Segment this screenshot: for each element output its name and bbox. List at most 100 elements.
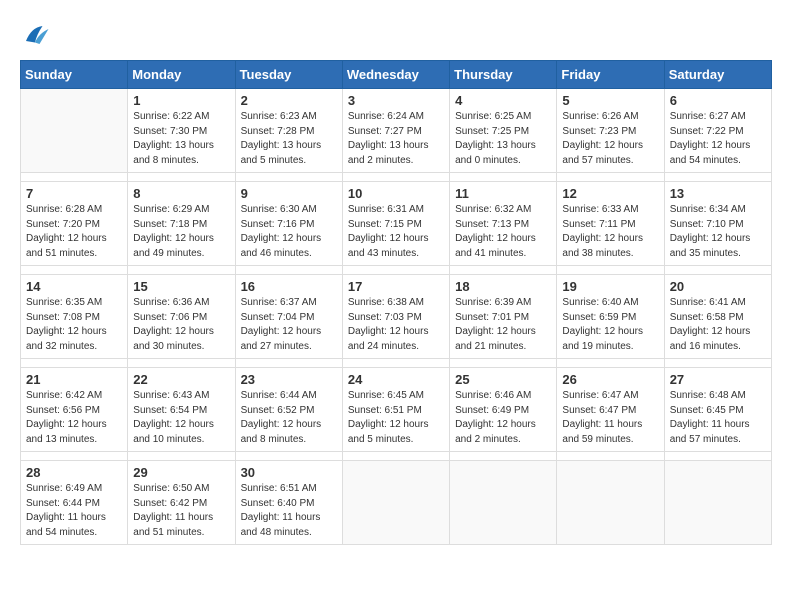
- day-info: Sunrise: 6:50 AM Sunset: 6:42 PM Dayligh…: [133, 482, 229, 540]
- day-number: 20: [670, 279, 766, 294]
- day-number: 29: [133, 465, 229, 480]
- day-number: 25: [455, 372, 551, 387]
- day-info: Sunrise: 6:28 AM Sunset: 7:20 PM Dayligh…: [26, 203, 122, 261]
- calendar-cell: 17 Sunrise: 6:38 AM Sunset: 7:03 PM Dayli…: [342, 275, 449, 359]
- day-info: Sunrise: 6:30 AM Sunset: 7:16 PM Dayligh…: [241, 203, 337, 261]
- day-number: 24: [348, 372, 444, 387]
- day-info: Sunrise: 6:44 AM Sunset: 6:52 PM Dayligh…: [241, 389, 337, 447]
- calendar-cell: [342, 461, 449, 545]
- calendar-cell: 5 Sunrise: 6:26 AM Sunset: 7:23 PM Daylig…: [557, 89, 664, 173]
- calendar-cell: 28Sunrise: 6:49 AM Sunset: 6:44 PM Dayli…: [21, 461, 128, 545]
- weekday-header-saturday: Saturday: [664, 61, 771, 89]
- day-number: 11: [455, 186, 551, 201]
- day-info: Sunrise: 6:37 AM Sunset: 7:04 PM Dayligh…: [241, 296, 337, 354]
- day-number: 2: [241, 93, 337, 108]
- day-number: 14: [26, 279, 122, 294]
- calendar-cell: 22 Sunrise: 6:43 AM Sunset: 6:54 PM Dayli…: [128, 368, 235, 452]
- day-number: 17: [348, 279, 444, 294]
- day-info: Sunrise: 6:38 AM Sunset: 7:03 PM Dayligh…: [348, 296, 444, 354]
- day-info: Sunrise: 6:25 AM Sunset: 7:25 PM Dayligh…: [455, 110, 551, 168]
- calendar-cell: 11 Sunrise: 6:32 AM Sunset: 7:13 PM Dayli…: [450, 182, 557, 266]
- day-info: Sunrise: 6:40 AM Sunset: 6:59 PM Dayligh…: [562, 296, 658, 354]
- day-info: Sunrise: 6:35 AM Sunset: 7:08 PM Dayligh…: [26, 296, 122, 354]
- day-number: 19: [562, 279, 658, 294]
- week-divider: [21, 266, 772, 275]
- calendar-cell: 19 Sunrise: 6:40 AM Sunset: 6:59 PM Dayli…: [557, 275, 664, 359]
- calendar-week-5: 28Sunrise: 6:49 AM Sunset: 6:44 PM Dayli…: [21, 461, 772, 545]
- day-info: Sunrise: 6:39 AM Sunset: 7:01 PM Dayligh…: [455, 296, 551, 354]
- calendar-week-4: 21 Sunrise: 6:42 AM Sunset: 6:56 PM Dayli…: [21, 368, 772, 452]
- day-number: 8: [133, 186, 229, 201]
- calendar-cell: [557, 461, 664, 545]
- day-number: 7: [26, 186, 122, 201]
- calendar-cell: [664, 461, 771, 545]
- day-number: 12: [562, 186, 658, 201]
- day-info: Sunrise: 6:24 AM Sunset: 7:27 PM Dayligh…: [348, 110, 444, 168]
- weekday-header-thursday: Thursday: [450, 61, 557, 89]
- calendar-week-3: 14 Sunrise: 6:35 AM Sunset: 7:08 PM Dayli…: [21, 275, 772, 359]
- calendar-cell: 16 Sunrise: 6:37 AM Sunset: 7:04 PM Dayli…: [235, 275, 342, 359]
- weekday-header-row: SundayMondayTuesdayWednesdayThursdayFrid…: [21, 61, 772, 89]
- calendar-cell: 15 Sunrise: 6:36 AM Sunset: 7:06 PM Dayli…: [128, 275, 235, 359]
- day-number: 13: [670, 186, 766, 201]
- weekday-header-tuesday: Tuesday: [235, 61, 342, 89]
- week-divider: [21, 452, 772, 461]
- day-number: 9: [241, 186, 337, 201]
- weekday-header-wednesday: Wednesday: [342, 61, 449, 89]
- day-info: Sunrise: 6:27 AM Sunset: 7:22 PM Dayligh…: [670, 110, 766, 168]
- day-number: 30: [241, 465, 337, 480]
- calendar-cell: 29 Sunrise: 6:50 AM Sunset: 6:42 PM Dayli…: [128, 461, 235, 545]
- calendar-cell: 18Sunrise: 6:39 AM Sunset: 7:01 PM Dayli…: [450, 275, 557, 359]
- day-number: 22: [133, 372, 229, 387]
- calendar-cell: [450, 461, 557, 545]
- day-info: Sunrise: 6:26 AM Sunset: 7:23 PM Dayligh…: [562, 110, 658, 168]
- week-divider: [21, 173, 772, 182]
- day-info: Sunrise: 6:43 AM Sunset: 6:54 PM Dayligh…: [133, 389, 229, 447]
- day-info: Sunrise: 6:32 AM Sunset: 7:13 PM Dayligh…: [455, 203, 551, 261]
- calendar-week-1: 1 Sunrise: 6:22 AM Sunset: 7:30 PM Daylig…: [21, 89, 772, 173]
- day-number: 15: [133, 279, 229, 294]
- day-number: 27: [670, 372, 766, 387]
- day-info: Sunrise: 6:47 AM Sunset: 6:47 PM Dayligh…: [562, 389, 658, 447]
- calendar-header: SundayMondayTuesdayWednesdayThursdayFrid…: [21, 61, 772, 89]
- calendar-cell: 27Sunrise: 6:48 AM Sunset: 6:45 PM Dayli…: [664, 368, 771, 452]
- calendar-week-2: 7 Sunrise: 6:28 AM Sunset: 7:20 PM Daylig…: [21, 182, 772, 266]
- calendar-cell: [21, 89, 128, 173]
- calendar-cell: 30 Sunrise: 6:51 AM Sunset: 6:40 PM Dayli…: [235, 461, 342, 545]
- day-info: Sunrise: 6:33 AM Sunset: 7:11 PM Dayligh…: [562, 203, 658, 261]
- day-number: 28: [26, 465, 122, 480]
- day-number: 6: [670, 93, 766, 108]
- logo-icon: [20, 20, 50, 50]
- day-info: Sunrise: 6:36 AM Sunset: 7:06 PM Dayligh…: [133, 296, 229, 354]
- day-info: Sunrise: 6:46 AM Sunset: 6:49 PM Dayligh…: [455, 389, 551, 447]
- week-divider: [21, 359, 772, 368]
- day-info: Sunrise: 6:23 AM Sunset: 7:28 PM Dayligh…: [241, 110, 337, 168]
- day-number: 21: [26, 372, 122, 387]
- day-info: Sunrise: 6:34 AM Sunset: 7:10 PM Dayligh…: [670, 203, 766, 261]
- calendar-cell: 14 Sunrise: 6:35 AM Sunset: 7:08 PM Dayli…: [21, 275, 128, 359]
- day-info: Sunrise: 6:22 AM Sunset: 7:30 PM Dayligh…: [133, 110, 229, 168]
- calendar-cell: 4 Sunrise: 6:25 AM Sunset: 7:25 PM Daylig…: [450, 89, 557, 173]
- logo: [20, 20, 54, 50]
- day-number: 10: [348, 186, 444, 201]
- day-number: 1: [133, 93, 229, 108]
- calendar-cell: 26 Sunrise: 6:47 AM Sunset: 6:47 PM Dayli…: [557, 368, 664, 452]
- day-number: 26: [562, 372, 658, 387]
- day-info: Sunrise: 6:42 AM Sunset: 6:56 PM Dayligh…: [26, 389, 122, 447]
- day-number: 16: [241, 279, 337, 294]
- day-info: Sunrise: 6:29 AM Sunset: 7:18 PM Dayligh…: [133, 203, 229, 261]
- calendar-cell: 24 Sunrise: 6:45 AM Sunset: 6:51 PM Dayli…: [342, 368, 449, 452]
- day-number: 5: [562, 93, 658, 108]
- calendar-cell: 2 Sunrise: 6:23 AM Sunset: 7:28 PM Daylig…: [235, 89, 342, 173]
- page-header: [20, 20, 772, 50]
- weekday-header-monday: Monday: [128, 61, 235, 89]
- day-info: Sunrise: 6:41 AM Sunset: 6:58 PM Dayligh…: [670, 296, 766, 354]
- day-info: Sunrise: 6:51 AM Sunset: 6:40 PM Dayligh…: [241, 482, 337, 540]
- calendar-cell: 21 Sunrise: 6:42 AM Sunset: 6:56 PM Dayli…: [21, 368, 128, 452]
- day-info: Sunrise: 6:31 AM Sunset: 7:15 PM Dayligh…: [348, 203, 444, 261]
- day-number: 4: [455, 93, 551, 108]
- calendar-cell: 8 Sunrise: 6:29 AM Sunset: 7:18 PM Daylig…: [128, 182, 235, 266]
- calendar-cell: 12 Sunrise: 6:33 AM Sunset: 7:11 PM Dayli…: [557, 182, 664, 266]
- day-info: Sunrise: 6:45 AM Sunset: 6:51 PM Dayligh…: [348, 389, 444, 447]
- calendar-cell: 25 Sunrise: 6:46 AM Sunset: 6:49 PM Dayli…: [450, 368, 557, 452]
